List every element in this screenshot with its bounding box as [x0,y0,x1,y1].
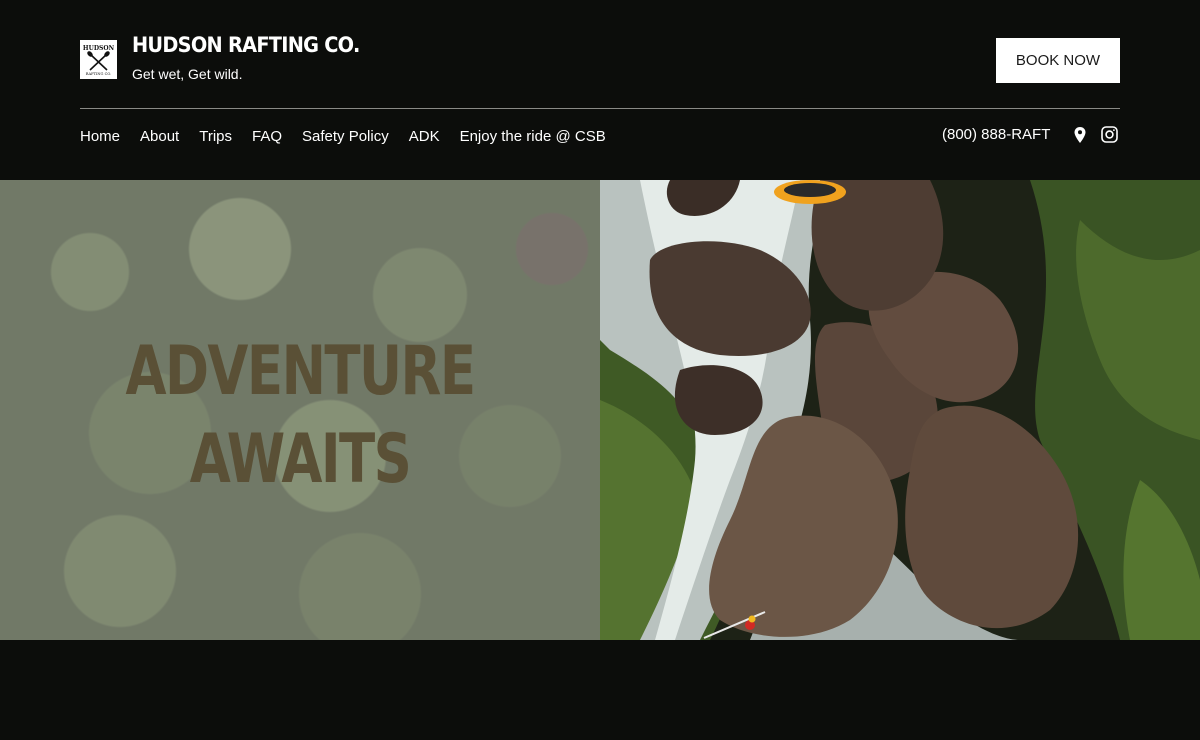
river-rafting-image [600,180,1200,640]
nav-item-adk[interactable]: ADK [409,128,440,145]
nav-item-safety-policy[interactable]: Safety Policy [302,128,389,145]
nav-item-faq[interactable]: FAQ [252,128,282,145]
nav-item-home[interactable]: Home [80,128,120,145]
page: HUDSON RAFTING CO. HUDSON RAFTING CO. Ge… [0,0,1200,740]
hero-headline-line1: ADVENTURE [125,332,476,411]
hero-headline-line2: AWAITS [189,420,412,499]
brand-tagline: Get wet, Get wild. [132,66,243,82]
nav-item-csb[interactable]: Enjoy the ride @ CSB [460,128,606,145]
map-pin-icon[interactable] [1073,126,1087,144]
instagram-icon[interactable] [1101,126,1118,143]
nav-item-trips[interactable]: Trips [199,128,232,145]
hero-section: ADVENTURE AWAITS [0,180,1200,640]
svg-text:HUDSON: HUDSON [83,45,115,52]
hero-headline: ADVENTURE AWAITS [66,328,534,504]
logo[interactable]: HUDSON RAFTING CO. [80,40,117,79]
nav-item-about[interactable]: About [140,128,179,145]
svg-text:RAFTING CO.: RAFTING CO. [86,72,111,76]
crossed-paddles-icon: HUDSON RAFTING CO. [83,45,115,76]
main-nav: Home About Trips FAQ Safety Policy ADK E… [80,126,626,146]
header-divider [80,108,1120,109]
brand-title[interactable]: HUDSON RAFTING CO. [132,33,360,57]
book-now-button[interactable]: BOOK NOW [996,38,1120,83]
phone-number[interactable]: (800) 888-RAFT [942,126,1050,143]
